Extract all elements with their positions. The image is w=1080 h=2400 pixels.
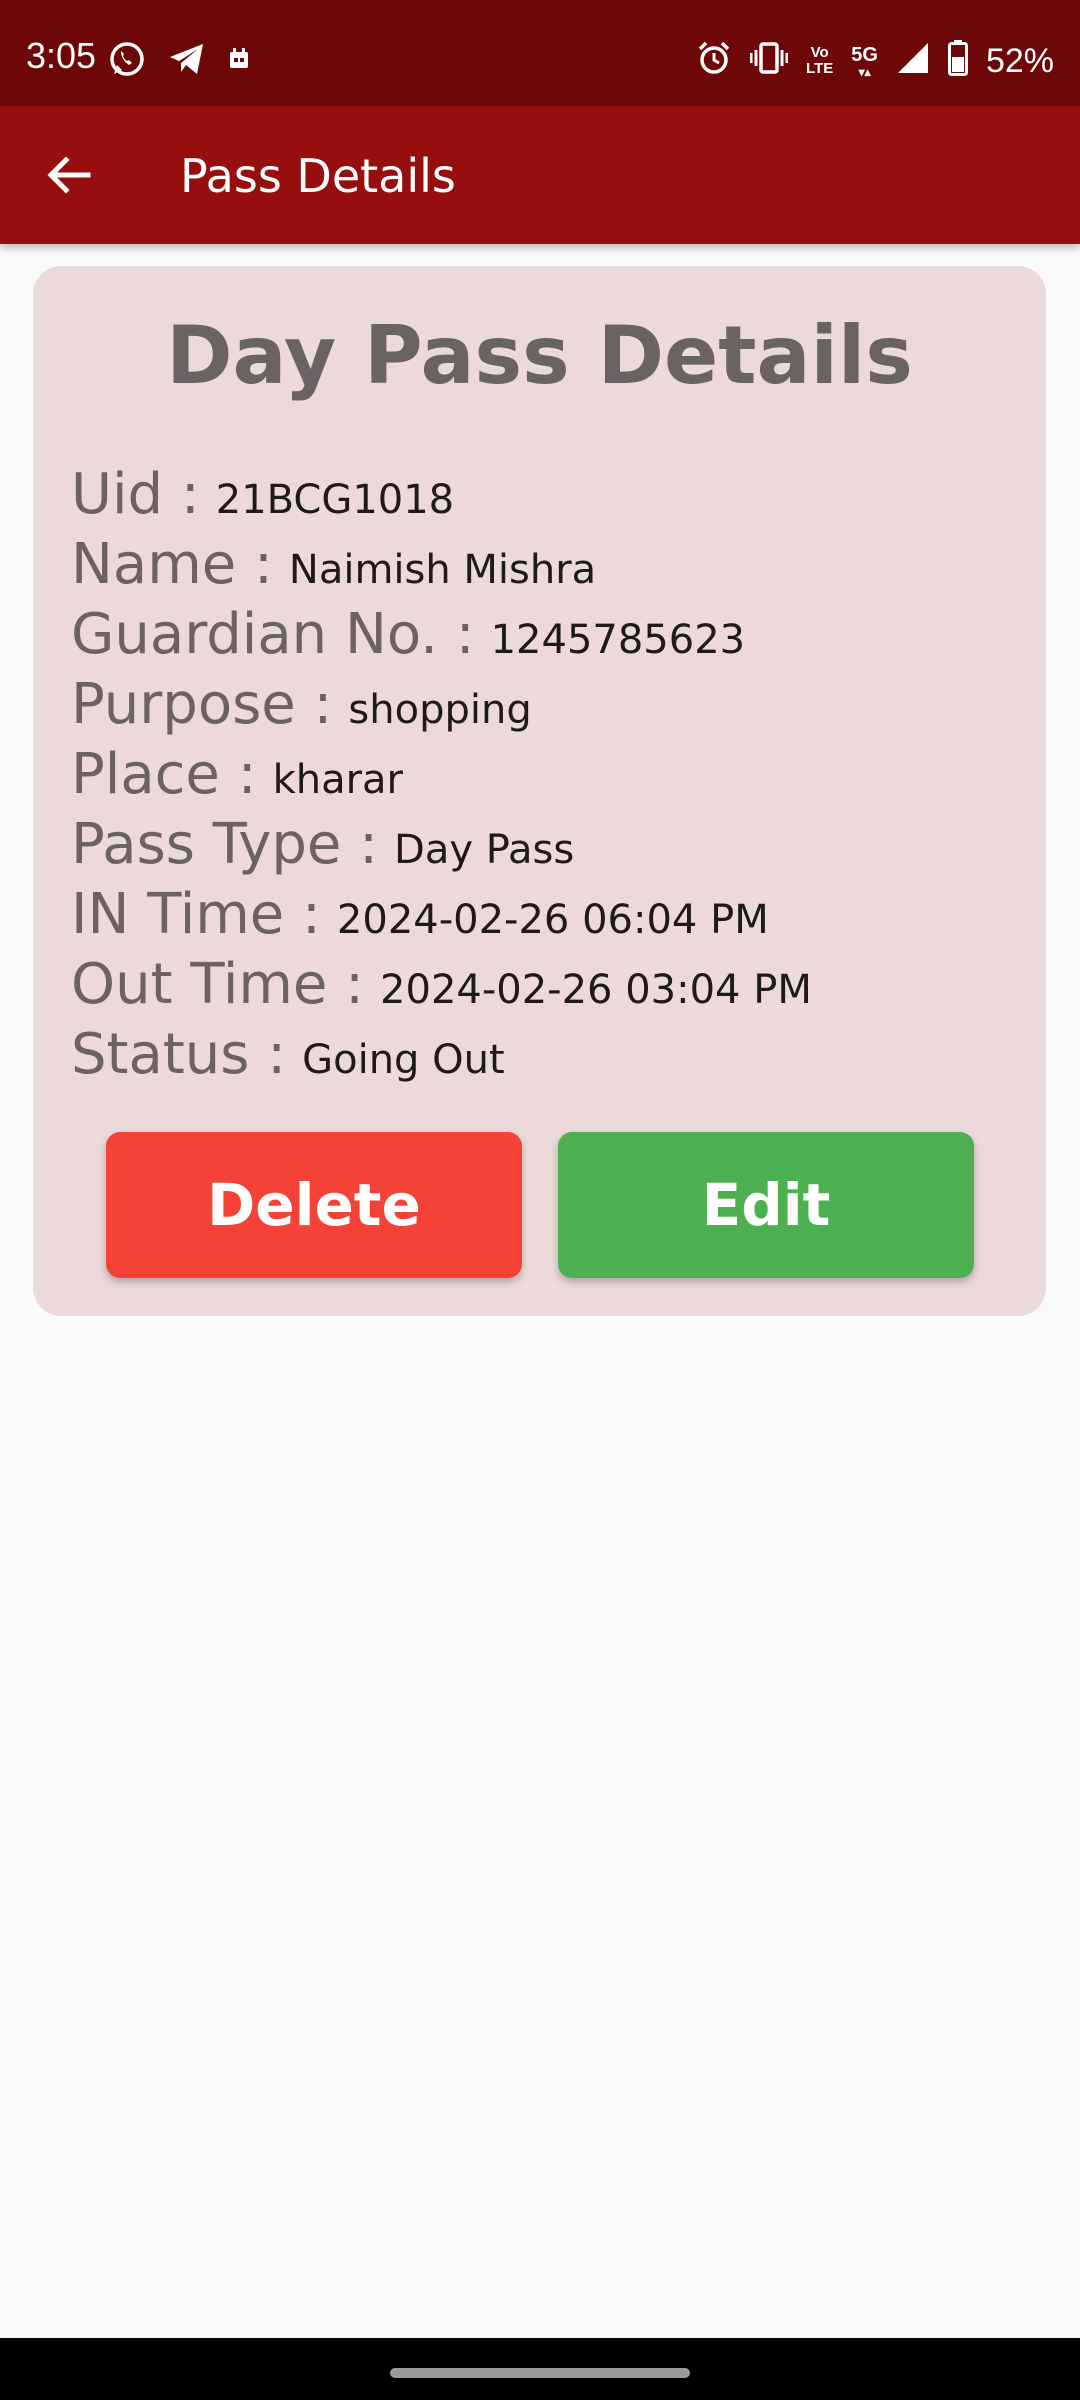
status-value: Going Out [302,1037,505,1083]
uid-value: 21BCG1018 [215,477,455,523]
battery-icon [947,40,968,81]
pass-type-label: Pass Type : [71,812,379,877]
navigation-bar [0,2338,1080,2400]
signal-icon [896,41,930,80]
volte-icon: Vo LTE [806,43,834,77]
home-gesture-handle[interactable] [390,2368,690,2378]
page-title: Pass Details [180,149,456,203]
delete-button[interactable]: Delete [106,1132,522,1278]
pass-type-value: Day Pass [394,827,575,873]
status-bar: 3:05 Vo LTE 5G ▾▴ 52% [0,0,1080,106]
place-label: Place : [71,742,257,807]
telegram-icon [168,41,206,82]
purpose-label: Purpose : [71,672,333,737]
detail-row-in-time: IN Time : 2024-02-26 06:04 PM [71,882,812,952]
system-icons: Vo LTE 5G ▾▴ 52% [696,40,1054,81]
out-time-label: Out Time : [71,952,365,1017]
detail-row-guardian: Guardian No. : 1245785623 [71,602,812,672]
in-time-label: IN Time : [71,882,321,947]
purpose-value: shopping [348,687,532,733]
alarm-icon [696,40,732,81]
app-bar: Pass Details [0,106,1080,244]
in-time-value: 2024-02-26 06:04 PM [336,897,769,943]
status-label: Status : [71,1022,287,1087]
detail-row-place: Place : kharar [71,742,812,812]
detail-row-pass-type: Pass Type : Day Pass [71,812,812,882]
detail-row-out-time: Out Time : 2024-02-26 03:04 PM [71,952,812,1022]
guardian-value: 1245785623 [490,617,746,663]
back-arrow-icon[interactable] [44,150,94,200]
calendar-icon [228,47,250,76]
detail-row-uid: Uid : 21BCG1018 [71,462,812,532]
detail-row-purpose: Purpose : shopping [71,672,812,742]
guardian-label: Guardian No. : [71,602,475,667]
volte-bottom: LTE [806,59,834,77]
pass-details-card: Day Pass Details Uid : 21BCG1018 Name : … [33,266,1046,1316]
network-5g-label: 5G [851,43,878,66]
detail-row-name: Name : Naimish Mishra [71,532,812,602]
edit-button[interactable]: Edit [558,1132,974,1278]
battery-percent: 52% [985,41,1054,80]
whatsapp-icon [108,40,146,83]
network-5g-icon: 5G ▾▴ [851,44,878,78]
volte-top: Vo [810,43,829,61]
vibrate-icon [749,42,789,79]
detail-row-status: Status : Going Out [71,1022,812,1092]
uid-label: Uid : [71,462,200,527]
name-value: Naimish Mishra [288,547,597,593]
name-label: Name : [71,532,273,597]
details-list: Uid : 21BCG1018 Name : Naimish Mishra Gu… [71,462,812,1092]
card-title: Day Pass Details [166,309,913,402]
place-value: kharar [272,757,403,803]
screen: 3:05 Vo LTE 5G ▾▴ 52% Pass Details Day P… [0,0,1080,2400]
notification-icons [108,40,250,83]
status-time: 3:05 [26,35,97,76]
data-arrows-icon: ▾▴ [858,64,871,79]
out-time-value: 2024-02-26 03:04 PM [380,967,812,1013]
